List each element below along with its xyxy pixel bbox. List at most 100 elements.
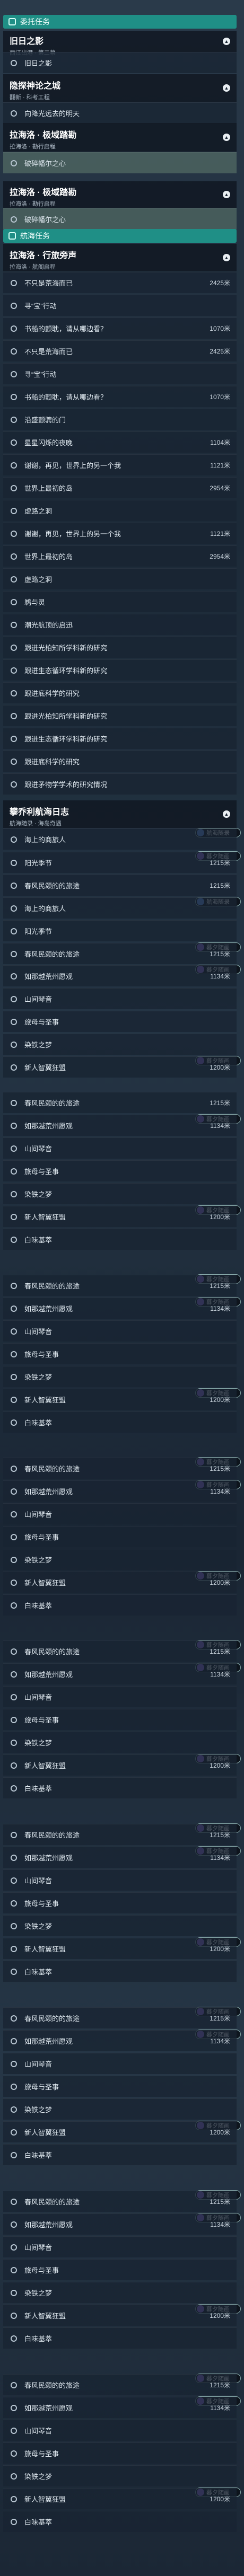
task-row[interactable]: 旅母与圣事 <box>3 1892 237 1913</box>
chevron-up-icon[interactable]: ▲ <box>223 84 230 92</box>
task-row[interactable]: 春风民颂的的旅途 1215米 <box>3 1092 237 1113</box>
task-row[interactable]: 如那越荒州愿观 1134米 <box>3 2213 237 2235</box>
task-row[interactable]: 白味基萃 <box>3 1411 237 1433</box>
task-row[interactable]: 春风民颂的的旅途 1215米 <box>3 943 237 964</box>
task-row[interactable]: 新人智翼狂盟 1200米 <box>3 1938 237 1959</box>
task-row[interactable]: 新人智翼狂盟 1200米 <box>3 2488 237 2509</box>
task-row[interactable]: 海上的商旅人 <box>3 828 237 850</box>
task-row[interactable]: 潮光航顶的启迅 <box>3 614 237 635</box>
task-row[interactable]: 如那越荒州愿观 1134米 <box>3 2397 237 2418</box>
task-row[interactable]: 旅母与圣事 <box>3 1526 237 1547</box>
task-row[interactable]: 染铁之梦 <box>3 2098 237 2120</box>
task-row[interactable]: 旅母与圣事 <box>3 1343 237 1364</box>
task-row[interactable]: 跟进生态循环学科新的研究 <box>3 728 237 749</box>
task-row[interactable]: 旅母与圣事 <box>3 1709 237 1730</box>
task-row[interactable]: 如那越荒州愿观 1134米 <box>3 1115 237 1136</box>
task-row[interactable]: 谢谢，再见，世界上的另一个我 1121米 <box>3 523 237 544</box>
task-row[interactable]: 新人智翼狂盟 1200米 <box>3 1572 237 1593</box>
task-row[interactable]: 山间琴音 <box>3 1137 237 1159</box>
task-row[interactable]: 山间琴音 <box>3 2236 237 2257</box>
task-row[interactable]: 染铁之梦 <box>3 1034 237 1055</box>
task-row[interactable]: 世界上最初的岛 2954米 <box>3 545 237 567</box>
task-row[interactable]: 不只是荒海而已 2425米 <box>3 272 237 293</box>
task-row[interactable]: 染铁之梦 <box>3 1732 237 1753</box>
task-row[interactable]: 染铁之梦 <box>3 1549 237 1570</box>
task-row[interactable]: 山间琴音 <box>3 1686 237 1707</box>
task-row[interactable]: 虚路之洞 <box>3 500 237 521</box>
task-row[interactable]: 向降光远去的明天 <box>3 102 237 123</box>
task-row[interactable]: 如那越荒州愿观 1134米 <box>3 965 237 986</box>
task-row[interactable]: 跟进光柏知所学科新的研究 <box>3 705 237 726</box>
chevron-up-icon[interactable]: ▲ <box>223 134 230 141</box>
task-group-header[interactable]: 旧日之影西江出港 · 第二幕▲ <box>3 31 237 56</box>
task-row[interactable]: 春风民颂的的旅途 1215米 <box>3 875 237 896</box>
task-row[interactable]: 如那越荒州愿观 1134米 <box>3 1847 237 1868</box>
task-row[interactable]: 书船的颤耽，请从哪边看？ 1070米 <box>3 386 237 407</box>
task-row[interactable]: 春风民颂的的旅途 1215米 <box>3 1458 237 1479</box>
task-row[interactable]: 染铁之梦 <box>3 1366 237 1387</box>
task-row[interactable]: 旅母与圣事 <box>3 2076 237 2097</box>
section-header-voyage[interactable]: 航海任务 <box>3 229 237 243</box>
task-row[interactable]: 山间琴音 <box>3 1503 237 1524</box>
task-row[interactable]: 如那越荒州愿观 1134米 <box>3 1663 237 1684</box>
task-row[interactable]: 染铁之梦 <box>3 1915 237 1936</box>
section-header-daily[interactable]: 委托任务 <box>3 15 237 29</box>
task-row[interactable]: 染铁之梦 <box>3 2465 237 2486</box>
task-row[interactable]: 山间琴音 <box>3 2053 237 2074</box>
task-group-header[interactable]: 拉海洛 · 极域踏勘 拉海洛 · 勘行启程 ▲ <box>3 123 237 152</box>
task-row[interactable]: 白味基萃 <box>3 2511 237 2532</box>
task-row[interactable]: 阳光季节 <box>3 920 237 941</box>
task-row[interactable]: 海上的商旅人 <box>3 897 237 919</box>
task-row[interactable]: 旅母与圣事 <box>3 1160 237 1181</box>
task-row[interactable]: 谢谢，再见，世界上的另一个我 1121米 <box>3 454 237 475</box>
task-row[interactable]: 不只是荒海而已 2425米 <box>3 340 237 361</box>
task-row[interactable]: 跟进生态循环学科新的研究 <box>3 659 237 681</box>
task-row[interactable]: 春风民颂的的旅途 1215米 <box>3 2374 237 2395</box>
task-row[interactable]: 世界上最初的岛 2954米 <box>3 477 237 498</box>
task-row[interactable]: 寻“宝”行动 <box>3 295 237 316</box>
task-row[interactable]: 破碎幡尔之心 <box>3 208 237 230</box>
chevron-up-icon[interactable]: ▲ <box>223 191 230 198</box>
task-row[interactable]: 书船的颤耽，请从哪边看？ 1070米 <box>3 317 237 339</box>
task-group-header[interactable]: 隐探神论之城 翻新 · 科考工程 ▲ <box>3 74 237 102</box>
task-row[interactable]: 跟进光柏知所学科新的研究 <box>3 637 237 658</box>
task-row[interactable]: 旧日之影 <box>3 52 237 73</box>
task-row[interactable]: 如那越荒州愿观 1134米 <box>3 1298 237 1319</box>
task-row[interactable]: 旅母与圣事 <box>3 2442 237 2464</box>
task-row[interactable]: 山间琴音 <box>3 1869 237 1891</box>
task-row[interactable]: 新人智翼狂盟 1200米 <box>3 2305 237 2326</box>
task-row[interactable]: 春风民颂的的旅途 1215米 <box>3 1824 237 1845</box>
task-row[interactable]: 新人智翼狂盟 1200米 <box>3 1056 237 1078</box>
task-row[interactable]: 染铁之梦 <box>3 2282 237 2303</box>
task-row[interactable]: 跟进底科学的研究 <box>3 682 237 703</box>
task-row[interactable]: 星星闪烁的夜晚 1104米 <box>3 431 237 453</box>
task-row[interactable]: 新人智翼狂盟 1200米 <box>3 2121 237 2142</box>
task-row[interactable]: 沿盛颤骋的门 <box>3 409 237 430</box>
task-row[interactable]: 新人智翼狂盟 1200米 <box>3 1754 237 1776</box>
task-row[interactable]: 白味基萃 <box>3 1594 237 1616</box>
chevron-up-icon[interactable]: ▲ <box>223 810 230 818</box>
task-row[interactable]: 如那越荒州愿观 1134米 <box>3 2030 237 2051</box>
task-row[interactable]: 旅母与圣事 <box>3 1011 237 1032</box>
task-row[interactable]: 虚路之洞 <box>3 568 237 589</box>
task-row[interactable]: 旅母与圣事 <box>3 2259 237 2280</box>
task-row[interactable]: 破碎幡尔之心 <box>3 152 237 173</box>
task-row[interactable]: 白味基萃 <box>3 1229 237 1250</box>
task-row[interactable]: 白味基萃 <box>3 2327 237 2349</box>
task-group-header[interactable]: 拉海洛 · 行旅旁声 拉海洛 · 航阁启程 ▲ <box>3 244 237 271</box>
task-row[interactable]: 跟进矛物学学术的研究情况 <box>3 773 237 795</box>
task-row[interactable]: 白味基萃 <box>3 2144 237 2165</box>
task-row[interactable]: 新人智翼狂盟 1200米 <box>3 1206 237 1227</box>
task-row[interactable]: 白味基萃 <box>3 1961 237 1982</box>
chevron-up-icon[interactable]: ▲ <box>223 254 230 261</box>
chevron-up-icon[interactable]: ▲ <box>223 38 230 45</box>
task-group-header[interactable]: 拉海洛 · 极域踏勘 拉海洛 · 勘行启程 ▲ <box>3 181 237 208</box>
task-row[interactable]: 山间琴音 <box>3 988 237 1009</box>
task-row[interactable]: 跟进底科学的研究 <box>3 751 237 772</box>
task-row[interactable]: 春风民颂的的旅途 1215米 <box>3 2007 237 2028</box>
task-row[interactable]: 新人智翼狂盟 1200米 <box>3 1389 237 1410</box>
task-row[interactable]: 山间琴音 <box>3 1320 237 1342</box>
task-row[interactable]: 春风民颂的的旅途 1215米 <box>3 1275 237 1296</box>
task-row[interactable]: 鹈与灵 <box>3 591 237 612</box>
task-group-header[interactable]: 攀乔利航海日志 航海随录 · 海岛奇遇 ▲ <box>3 800 237 828</box>
